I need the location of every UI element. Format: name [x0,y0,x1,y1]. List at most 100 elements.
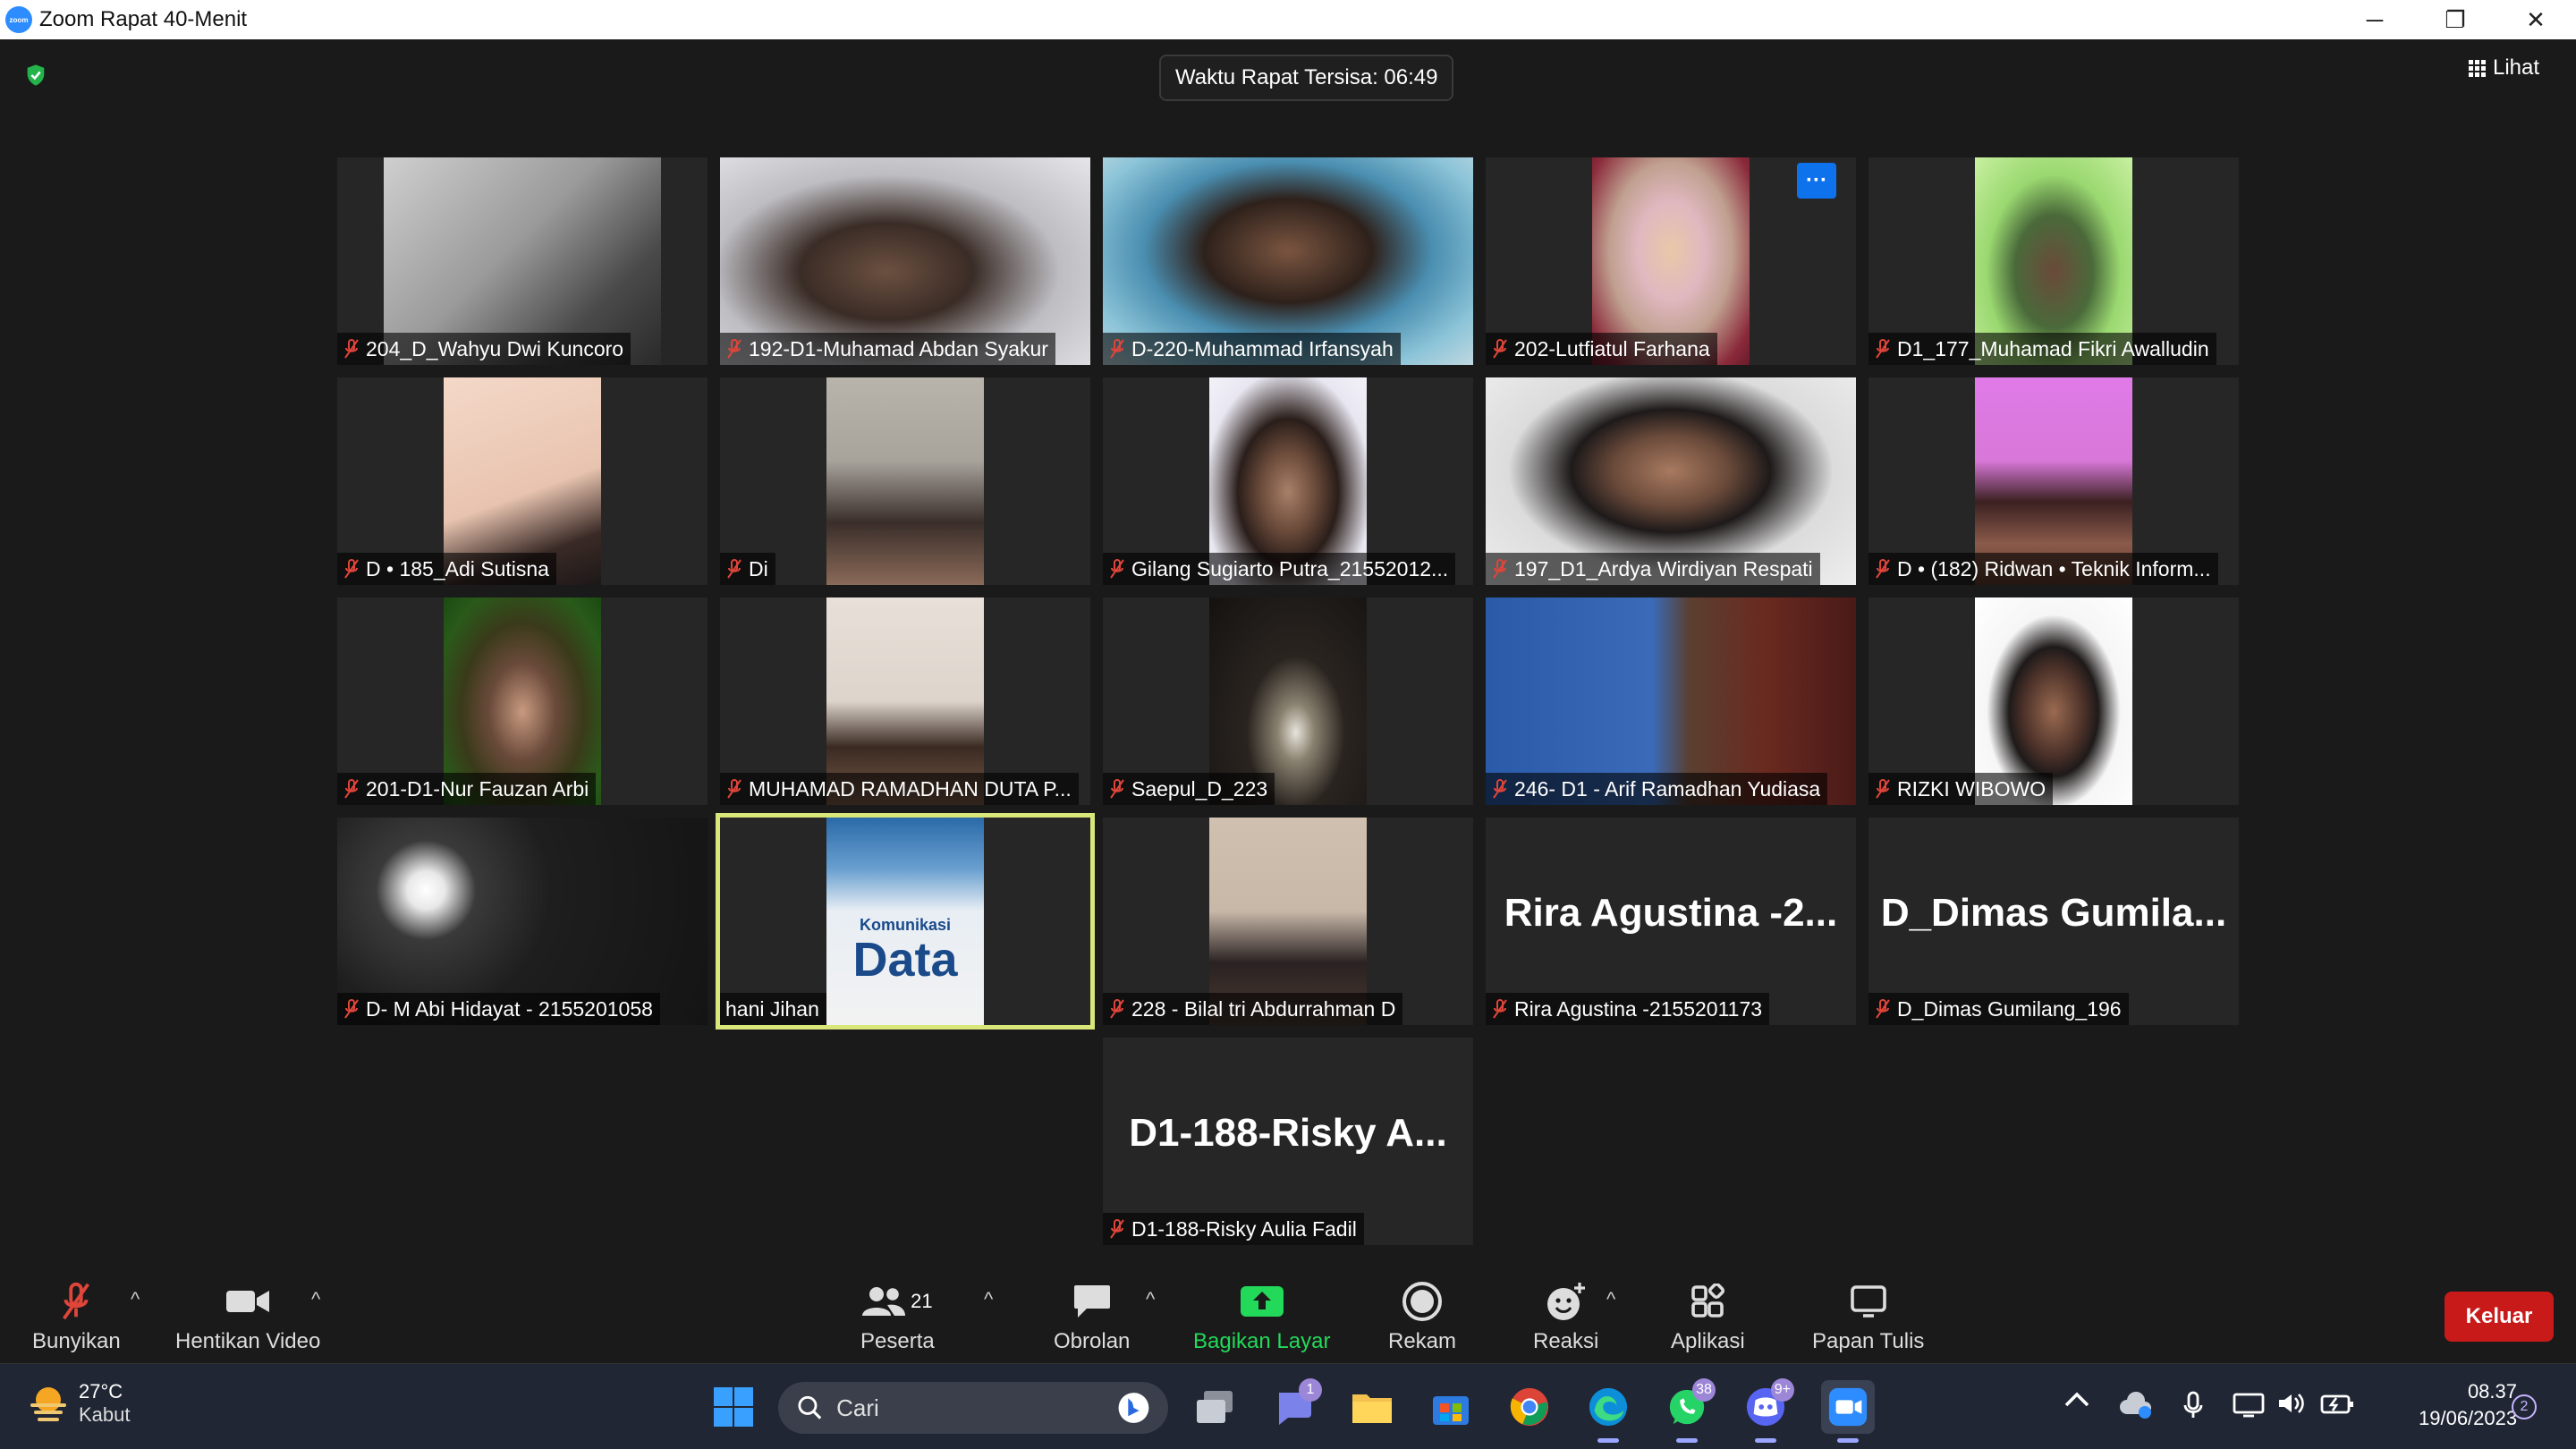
zoom-taskbar-button[interactable] [1821,1380,1875,1443]
battery-tray-icon[interactable] [2320,1391,2354,1416]
weather-temperature: 27°C [79,1380,123,1402]
muted-mic-icon [1110,779,1124,799]
teams-chat-button[interactable]: 1 [1270,1378,1322,1430]
participant-name: D_Dimas Gumilang_196 [1897,996,2122,1021]
name-label: hani Jihan [720,993,826,1025]
muted-mic-icon [727,339,741,359]
restore-button[interactable]: ❐ [2415,0,2496,39]
whiteboard-button[interactable]: Papan Tulis [1812,1277,1924,1354]
participant-tile[interactable]: Di [720,377,1090,585]
tray-overflow-chevron[interactable] [2064,1391,2089,1409]
reactions-options-caret[interactable]: ^ [1606,1288,1615,1311]
participant-tile[interactable]: 246- D1 - Arif Ramadhan Yudiasa [1486,597,1856,805]
participant-tile[interactable]: 201-D1-Nur Fauzan Arbi [337,597,708,805]
more-options-button[interactable]: ··· [1797,163,1836,199]
apps-label: Aplikasi [1671,1329,1745,1353]
record-button[interactable]: Rekam [1388,1277,1456,1354]
participant-tile-active-speaker[interactable]: Komunikasi Data hani Jihan [716,813,1095,1030]
running-indicator [1837,1438,1859,1443]
participant-tile[interactable]: Gilang Sugiarto Putra_21552012... [1103,377,1473,585]
reactions-button[interactable]: Reaksi [1533,1277,1598,1354]
running-indicator [1597,1438,1619,1443]
name-label: D- M Abi Hidayat - 2155201058 [337,993,660,1025]
chat-button[interactable]: Obrolan [1054,1277,1130,1354]
network-tray-icon[interactable] [2233,1391,2265,1419]
whatsapp-button[interactable]: 38 [1664,1378,1716,1443]
muted-mic-icon [344,559,359,579]
participant-tile[interactable]: 197_D1_Ardya Wirdiyan Respati [1486,377,1856,585]
chat-options-caret[interactable]: ^ [1146,1288,1155,1311]
discord-button[interactable]: 9+ [1742,1378,1794,1443]
share-screen-icon [1239,1277,1285,1326]
participant-name: D • 185_Adi Sutisna [366,556,549,580]
participant-tile[interactable]: Saepul_D_223 [1103,597,1473,805]
participant-name: 246- D1 - Arif Ramadhan Yudiasa [1514,776,1821,801]
file-explorer-button[interactable] [1349,1384,1395,1430]
shield-icon[interactable] [23,63,48,88]
taskbar-clock[interactable]: 08.37 19/06/2023 [2419,1380,2517,1430]
video-options-caret[interactable]: ^ [311,1288,320,1311]
participants-button[interactable]: 21 Peserta [860,1277,935,1354]
view-button[interactable]: Lihat [2469,55,2539,80]
participant-name: 201-D1-Nur Fauzan Arbi [366,776,589,801]
stop-video-button[interactable]: Hentikan Video [175,1277,320,1354]
volume-tray-icon[interactable] [2277,1391,2306,1416]
microphone-icon [2183,1391,2203,1418]
participant-display-name: Rira Agustina -2... [1504,891,1838,935]
name-label: D_Dimas Gumilang_196 [1868,993,2129,1025]
microsoft-store-button[interactable] [1428,1384,1474,1430]
chrome-button[interactable] [1506,1384,1553,1430]
weather-widget[interactable]: 27°C Kabut [27,1380,131,1427]
search-input[interactable] [836,1394,1106,1422]
notification-badge[interactable]: 2 [2512,1394,2537,1419]
participant-tile[interactable]: D1_177_Muhamad Fikri Awalludin [1868,157,2239,365]
unmute-button[interactable]: Bunyikan [32,1277,121,1354]
participant-tile[interactable]: ··· 202-Lutfiatul Farhana [1486,157,1856,365]
participant-tile[interactable]: D1-188-Risky A... D1-188-Risky Aulia Fad… [1103,1038,1473,1245]
weather-text: 27°C Kabut [79,1380,131,1427]
bing-icon[interactable] [1117,1391,1150,1425]
participant-tile[interactable]: D- M Abi Hidayat - 2155201058 [337,818,708,1025]
name-label: D1_177_Muhamad Fikri Awalludin [1868,333,2216,365]
whiteboard-label: Papan Tulis [1812,1329,1925,1353]
task-view-button[interactable] [1191,1384,1238,1430]
participant-tile[interactable]: 228 - Bilal tri Abdurrahman D [1103,818,1473,1025]
participants-options-caret[interactable]: ^ [984,1288,993,1311]
muted-mic-icon [727,779,741,799]
name-label: MUHAMAD RAMADHAN DUTA P... [720,773,1079,805]
name-label: D1-188-Risky Aulia Fadil [1103,1213,1364,1245]
apps-button[interactable]: Aplikasi [1671,1277,1745,1354]
participant-name: D1_177_Muhamad Fikri Awalludin [1897,336,2209,360]
share-screen-button[interactable]: Bagikan Layar [1193,1277,1330,1354]
microphone-tray-icon[interactable] [2182,1391,2204,1419]
participant-tile[interactable]: 192-D1-Muhamad Abdan Syakur [720,157,1090,365]
participant-tile[interactable]: 204_D_Wahyu Dwi Kuncoro [337,157,708,365]
participant-tile[interactable]: RIZKI WIBOWO [1868,597,2239,805]
close-button[interactable]: ✕ [2496,0,2576,39]
participant-tile[interactable]: D_Dimas Gumila... D_Dimas Gumilang_196 [1868,818,2239,1025]
audio-options-caret[interactable]: ^ [131,1288,140,1311]
participant-tile[interactable]: Rira Agustina -2... Rira Agustina -21552… [1486,818,1856,1025]
minimize-button[interactable]: ─ [2334,0,2415,39]
muted-mic-icon [1110,339,1124,359]
video-feed: Komunikasi Data [826,818,984,1025]
onedrive-tray-icon[interactable] [2118,1391,2154,1419]
taskbar-search[interactable] [778,1382,1168,1434]
leave-button[interactable]: Keluar [2445,1292,2554,1342]
participant-name: D1-188-Risky Aulia Fadil [1131,1216,1357,1241]
participant-tile[interactable]: D • (182) Ridwan • Teknik Inform... [1868,377,2239,585]
book-title: Data [852,933,958,987]
windows-start-button[interactable] [710,1384,757,1430]
participant-tile[interactable]: D • 185_Adi Sutisna [337,377,708,585]
muted-mic-icon [1876,339,1890,359]
participant-tile[interactable]: D-220-Muhammad Irfansyah [1103,157,1473,365]
name-label: 204_D_Wahyu Dwi Kuncoro [337,333,631,365]
participant-tile[interactable]: MUHAMAD RAMADHAN DUTA P... [720,597,1090,805]
meeting-area: Waktu Rapat Tersisa: 06:49 Lihat 204_D_W… [0,39,2576,1274]
edge-button[interactable] [1585,1384,1631,1443]
network-icon [2233,1393,2265,1418]
name-label: Saepul_D_223 [1103,773,1275,805]
reaction-smiley-icon [1546,1277,1587,1326]
view-label: Lihat [2493,55,2540,80]
teams-badge: 1 [1299,1378,1322,1402]
